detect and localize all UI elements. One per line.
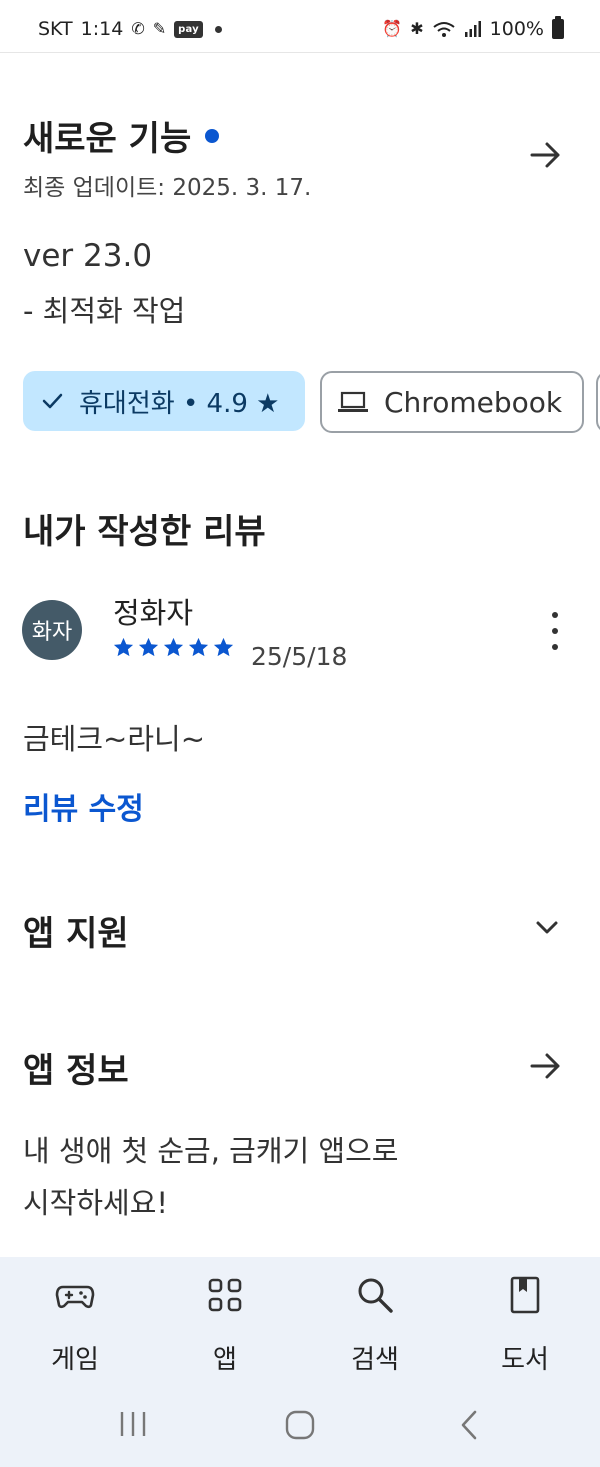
search-icon — [358, 1278, 393, 1313]
review-date: 25/5/18 — [251, 642, 348, 671]
phone-chip-label: 휴대전화 • 4.9 ★ — [79, 388, 280, 419]
alarm-icon: ⏰ — [382, 19, 403, 38]
nav-item-games[interactable]: 게임 — [20, 1275, 130, 1376]
carrier: SKT — [38, 18, 73, 40]
bluetooth-icon: ✱ — [410, 19, 424, 38]
review-text: 금테크~라니~ — [23, 722, 205, 756]
app-info-arrow-icon[interactable] — [528, 1048, 564, 1084]
battery-icon — [552, 16, 564, 39]
nav-label-games: 게임 — [51, 1345, 99, 1375]
home-icon[interactable] — [284, 1410, 316, 1440]
nav-item-search[interactable]: 검색 — [320, 1275, 430, 1376]
notification-icon: ✎ — [152, 19, 167, 38]
star-icon — [188, 637, 209, 657]
whats-new-title: 새로운 기능 — [23, 119, 192, 159]
check-icon — [42, 393, 63, 409]
next-device-chip[interactable] — [596, 371, 600, 433]
more-notifications-icon — [214, 25, 222, 33]
pay-badge: pay — [174, 20, 203, 38]
app-info-title[interactable]: 앱 정보 — [23, 1043, 129, 1092]
status-left: SKT 1:14 ✆ ✎ pay — [38, 18, 222, 40]
call-icon: ✆ — [131, 19, 145, 38]
nav-label-search: 검색 — [351, 1345, 399, 1375]
clock: 1:14 — [80, 18, 124, 40]
laptop-icon — [338, 391, 368, 412]
star-icon — [163, 637, 184, 657]
phone-chip[interactable]: 휴대전화 • 4.9 ★ — [23, 371, 305, 431]
status-bar: SKT 1:14 ✆ ✎ pay ⏰ ✱ 100% — [0, 0, 600, 53]
chevron-down-icon[interactable] — [529, 910, 565, 946]
gamepad-icon — [55, 1285, 95, 1309]
apps-grid-icon — [208, 1278, 242, 1312]
edit-review-link[interactable]: 리뷰 수정 — [23, 784, 144, 828]
signal-icon — [464, 21, 481, 37]
version-note: - 최적화 작업 — [23, 294, 186, 328]
version-text: ver 23.0 — [23, 238, 153, 274]
status-right: ⏰ ✱ 100% — [382, 16, 564, 40]
reviewer-name: 정화자 — [113, 596, 194, 630]
wifi-icon — [433, 22, 455, 37]
nav-label-apps: 앱 — [213, 1345, 237, 1375]
star-icon — [213, 637, 234, 657]
chromebook-chip[interactable]: Chromebook — [320, 371, 584, 433]
avatar: 화자 — [22, 600, 82, 660]
back-icon[interactable] — [458, 1410, 480, 1440]
whats-new-arrow-icon[interactable] — [528, 137, 564, 173]
star-icon — [113, 637, 134, 657]
nav-item-apps[interactable]: 앱 — [170, 1275, 280, 1376]
new-indicator-dot — [205, 128, 220, 143]
app-support-title[interactable]: 앱 지원 — [23, 906, 129, 955]
star-rating — [112, 636, 235, 659]
book-icon — [510, 1276, 540, 1314]
app-description-line1: 내 생애 첫 순금, 금캐기 앱으로 — [23, 1134, 399, 1168]
my-review-title: 내가 작성한 리뷰 — [23, 512, 266, 552]
whats-new-heading[interactable]: 새로운 기능 — [23, 111, 220, 160]
nav-label-books: 도서 — [501, 1345, 549, 1375]
recent-apps-icon[interactable] — [116, 1410, 150, 1438]
last-updated: 최종 업데이트: 2025. 3. 17. — [23, 175, 312, 201]
battery-percent: 100% — [489, 18, 544, 40]
star-icon — [138, 637, 159, 657]
app-description-line2: 시작하세요! — [23, 1186, 169, 1220]
chromebook-chip-label: Chromebook — [384, 385, 563, 419]
nav-item-books[interactable]: 도서 — [470, 1275, 580, 1376]
more-options-icon[interactable] — [541, 612, 569, 650]
